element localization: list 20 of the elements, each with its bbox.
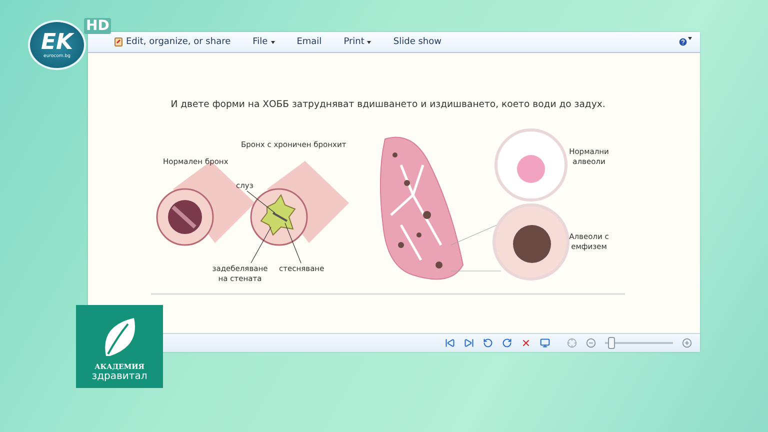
caret-icon <box>367 40 372 44</box>
previous-icon[interactable] <box>445 338 455 348</box>
help-button[interactable] <box>678 37 692 47</box>
rotate-left-icon[interactable] <box>483 338 493 348</box>
zoom-out-icon[interactable] <box>586 338 596 348</box>
zoom-in-icon[interactable] <box>682 338 692 348</box>
menu-item[interactable]: Print <box>344 37 372 47</box>
monitor-icon[interactable] <box>540 338 550 348</box>
hd-label: HD <box>84 18 112 34</box>
leader-line <box>450 224 502 272</box>
delete-icon[interactable] <box>521 338 531 348</box>
zoom-slider[interactable] <box>605 337 673 349</box>
menu-item[interactable]: File <box>252 37 275 47</box>
menu-item[interactable]: Email <box>296 37 322 47</box>
illustration-title: И двете форми на ХОББ затрудняват вдишването и издишването, което води до задух. <box>170 99 606 110</box>
menu-item[interactable]: Edit, organize, or share <box>114 37 231 47</box>
caret-icon <box>270 40 275 44</box>
next-icon[interactable] <box>464 338 474 348</box>
rotate-right-icon[interactable] <box>502 338 512 348</box>
menu-item[interactable]: Slide show <box>393 37 442 47</box>
